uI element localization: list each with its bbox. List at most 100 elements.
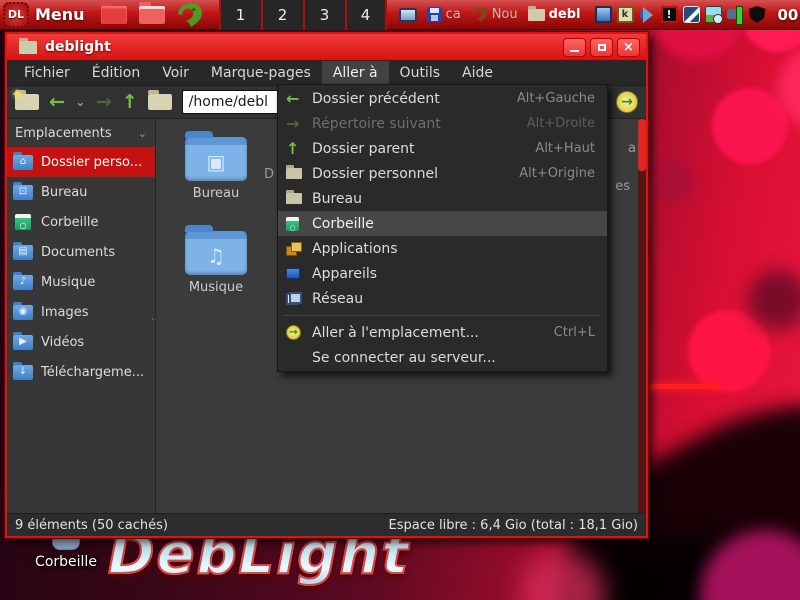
- menu-item-label: Dossier parent: [312, 141, 415, 157]
- menu-label[interactable]: Menu: [35, 5, 85, 24]
- bokeh-circle: [712, 88, 788, 164]
- folder-icon: [286, 168, 302, 179]
- clipboard-icon[interactable]: k: [617, 6, 634, 23]
- workspace-2[interactable]: 2: [261, 0, 303, 30]
- home-folder-button[interactable]: [148, 94, 172, 110]
- sidebar-item-corbeille[interactable]: ○ Corbeille: [7, 207, 155, 237]
- sidebar-item-musique[interactable]: ♪ Musique: [7, 267, 155, 297]
- sidebar-item-label: Musique: [41, 275, 95, 290]
- sidebar-item-videos[interactable]: ▶ Vidéos: [7, 327, 155, 357]
- sidebar-item-label: Dossier perso...: [41, 155, 142, 170]
- scrollbar-thumb[interactable]: [638, 119, 646, 171]
- bokeh-circle: [778, 48, 800, 128]
- minimize-button[interactable]: [563, 38, 586, 57]
- item-count-status: 9 éléments (50 cachés): [15, 518, 168, 533]
- bokeh-circle: [648, 158, 694, 204]
- deblight-menu-button[interactable]: DL: [3, 2, 29, 28]
- back-button[interactable]: ←: [49, 93, 65, 112]
- file-icon-bureau[interactable]: ▣ Bureau: [172, 137, 260, 201]
- sidebar-item-label: Documents: [41, 245, 115, 260]
- volume-icon[interactable]: [639, 6, 656, 23]
- history-chevron-icon[interactable]: ⌄: [75, 95, 86, 110]
- menu-aide[interactable]: Aide: [451, 61, 504, 85]
- task-button-deblight[interactable]: debl: [524, 5, 585, 24]
- sidebar-item-home[interactable]: ⌂ Dossier perso...: [7, 147, 155, 177]
- notification-warning-icon[interactable]: !: [661, 6, 678, 23]
- bokeh-circle: [700, 530, 800, 600]
- close-button[interactable]: ×: [617, 38, 640, 57]
- free-space-status: Espace libre : 6,4 Gio (total : 18,1 Gio…: [389, 518, 638, 533]
- launcher-folder-icon[interactable]: [101, 6, 127, 24]
- menu-edition[interactable]: Édition: [81, 61, 151, 85]
- menu-item-appareils[interactable]: Appareils: [278, 261, 607, 286]
- bokeh-circle: [688, 310, 770, 392]
- menu-marque-pages[interactable]: Marque-pages: [200, 61, 322, 85]
- menubar: Fichier Édition Voir Marque-pages Aller …: [7, 60, 646, 86]
- launcher-files-icon[interactable]: [139, 6, 165, 24]
- menu-item-applications[interactable]: Applications: [278, 236, 607, 261]
- file-icon-musique[interactable]: ♫ Musique: [172, 231, 260, 295]
- taskbar-window-list: ca Nou debl: [395, 4, 585, 25]
- vertical-scrollbar[interactable]: [638, 119, 646, 513]
- sidebar-item-bureau[interactable]: ⊡ Bureau: [7, 177, 155, 207]
- workspace-4[interactable]: 4: [345, 0, 387, 30]
- menu-voir[interactable]: Voir: [151, 61, 200, 85]
- sidebar-item-documents[interactable]: ▤ Documents: [7, 237, 155, 267]
- trash-icon: ○: [15, 214, 31, 230]
- task-label: debl: [549, 7, 581, 22]
- up-button[interactable]: ↑: [122, 93, 138, 112]
- menu-outils[interactable]: Outils: [389, 61, 451, 85]
- menu-item-dossier-parent[interactable]: ↑ Dossier parent Alt+Haut: [278, 136, 607, 161]
- sidebar-item-telechargements[interactable]: ↓ Téléchargeme...: [7, 357, 155, 387]
- menu-item-reseau[interactable]: Réseau: [278, 286, 607, 311]
- display-settings-icon[interactable]: [595, 6, 612, 23]
- shield-icon[interactable]: [749, 6, 766, 23]
- star-icon: ✦: [11, 87, 23, 103]
- sidebar-item-label: Bureau: [41, 185, 87, 200]
- menu-item-bureau[interactable]: Bureau: [278, 186, 607, 211]
- go-button[interactable]: →: [616, 91, 638, 113]
- home-folder-icon: ⌂: [13, 155, 33, 170]
- sidebar-header-label: Emplacements: [15, 126, 112, 141]
- network-icon: [286, 292, 302, 305]
- dragon-icon[interactable]: [177, 2, 203, 28]
- documents-folder-icon: ▤: [13, 245, 33, 260]
- task-button-nou[interactable]: Nou: [467, 4, 522, 25]
- taskbar: DL Menu 1 2 3 4 ca N: [0, 0, 800, 30]
- menu-item-repertoire-suivant[interactable]: → Répertoire suivant Alt+Droite: [278, 111, 607, 136]
- screenshot-pencil-icon[interactable]: [683, 6, 700, 23]
- file-icon-label: Musique: [172, 280, 260, 295]
- clock[interactable]: 00:30: [778, 6, 800, 24]
- wallpaper-timer-icon[interactable]: [705, 6, 722, 23]
- maximize-button[interactable]: [590, 38, 613, 57]
- menu-aller-a[interactable]: Aller à: [322, 61, 389, 85]
- trash-icon: [286, 217, 299, 231]
- floppy-icon: [427, 7, 442, 22]
- hidden-file-label-fragment: D: [264, 167, 274, 182]
- sidebar-header[interactable]: Emplacements ⌄: [7, 119, 155, 147]
- menu-fichier[interactable]: Fichier: [13, 61, 81, 85]
- menu-item-se-connecter[interactable]: Se connecter au serveur...: [278, 345, 607, 370]
- titlebar[interactable]: deblight ×: [7, 34, 646, 60]
- menu-item-label: Se connecter au serveur...: [312, 350, 496, 366]
- menu-item-dossier-personnel[interactable]: Dossier personnel Alt+Origine: [278, 161, 607, 186]
- menu-item-label: Corbeille: [312, 216, 374, 232]
- new-tab-button[interactable]: ✦: [15, 94, 39, 110]
- menu-shortcut: Alt+Droite: [527, 116, 595, 131]
- hidden-file-label-fragment: a: [628, 141, 636, 156]
- menu-item-label: Répertoire suivant: [312, 116, 441, 132]
- power-plug-icon[interactable]: [727, 6, 744, 23]
- arrow-up-icon: ↑: [286, 141, 299, 157]
- task-button-ca[interactable]: ca: [423, 5, 465, 24]
- forward-button[interactable]: →: [96, 93, 112, 112]
- system-tray: k !: [595, 6, 766, 23]
- sidebar-item-images[interactable]: ◉ Images: [7, 297, 155, 327]
- workspace-3[interactable]: 3: [303, 0, 345, 30]
- music-folder-icon: ♪: [13, 275, 33, 290]
- menu-item-corbeille[interactable]: Corbeille: [278, 211, 607, 236]
- workspace-1[interactable]: 1: [219, 0, 261, 30]
- task-button-display[interactable]: [395, 6, 421, 24]
- menu-shortcut: Alt+Origine: [519, 166, 595, 181]
- menu-item-dossier-precedent[interactable]: ← Dossier précédent Alt+Gauche: [278, 86, 607, 111]
- menu-item-aller-emplacement[interactable]: → Aller à l'emplacement... Ctrl+L: [278, 320, 607, 345]
